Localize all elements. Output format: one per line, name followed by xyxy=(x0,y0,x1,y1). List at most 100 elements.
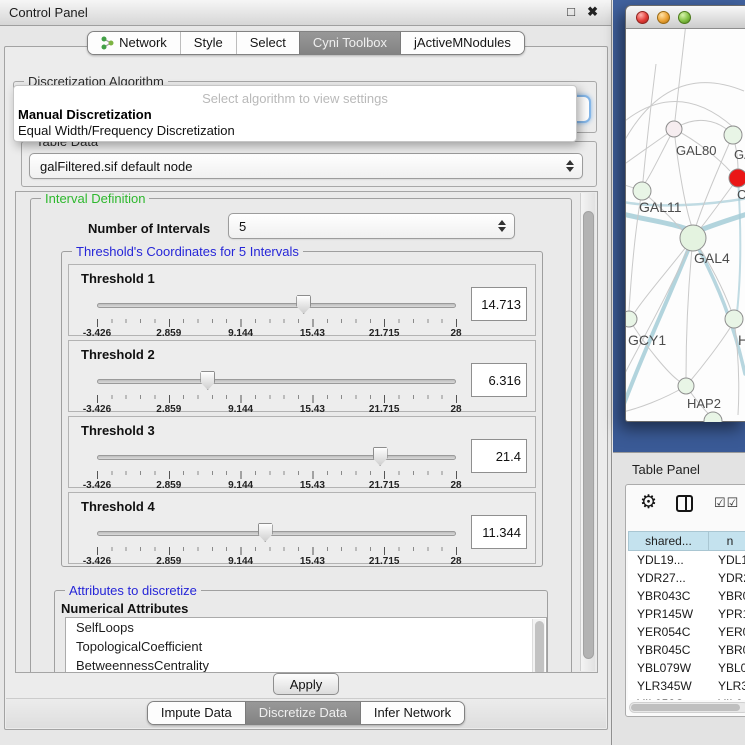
threshold-value-field[interactable] xyxy=(471,515,527,549)
table-cell[interactable]: YBL0 xyxy=(709,659,745,677)
numerical-attributes-list[interactable]: SelfLoopsTopologicalCoefficientBetweenne… xyxy=(65,617,547,673)
slider-track[interactable] xyxy=(97,455,456,460)
node-gal4[interactable] xyxy=(680,225,706,251)
column-layout-icon[interactable] xyxy=(676,495,693,512)
table-cell[interactable]: YDR2 xyxy=(709,569,745,587)
table-cell[interactable]: YER054C xyxy=(628,623,709,641)
settings-vertical-scrollbar[interactable] xyxy=(580,193,595,671)
list-scrollbar-thumb[interactable] xyxy=(535,621,544,673)
dropdown-option-manual-discretization[interactable]: Manual Discretization xyxy=(18,107,152,122)
table-cell[interactable]: YBR043C xyxy=(628,587,709,605)
table-row[interactable]: YER054CYER0 xyxy=(628,623,745,641)
table-cell[interactable]: YBR045C xyxy=(628,641,709,659)
tab-cyni-toolbox[interactable]: Cyni Toolbox xyxy=(299,32,400,54)
table-panel-title: Table Panel xyxy=(632,462,700,477)
table-row[interactable]: YPR145WYPR1 xyxy=(628,605,745,623)
minimize-traffic-light-icon[interactable] xyxy=(657,11,670,24)
axis-tick-label: 9.144 xyxy=(228,328,253,339)
network-icon xyxy=(101,36,114,50)
table-cell[interactable]: YIL0 xyxy=(709,695,743,700)
attribute-item[interactable]: SelfLoops xyxy=(66,618,546,637)
node-selected-red[interactable] xyxy=(729,169,745,187)
apply-button[interactable]: Apply xyxy=(273,673,339,695)
list-scrollbar[interactable] xyxy=(532,619,545,673)
table-cell[interactable]: YIL052C xyxy=(628,695,709,700)
settings-scrollbar-thumb[interactable] xyxy=(583,211,594,659)
label-hap2: HAP2 xyxy=(687,396,721,411)
close-window-icon[interactable]: ✖ xyxy=(587,4,598,20)
slider-handle[interactable] xyxy=(373,447,388,466)
slider-handle[interactable] xyxy=(200,371,215,390)
table-row[interactable]: YBL079WYBL0 xyxy=(628,659,745,677)
table-cell[interactable]: YPR145W xyxy=(628,605,709,623)
table-cell[interactable]: YPR1 xyxy=(709,605,745,623)
select-columns-icon[interactable]: ☑☑ xyxy=(714,495,739,511)
table-row[interactable]: YBR045CYBR0 xyxy=(628,641,745,659)
table-row[interactable]: YLR345WYLR3 xyxy=(628,677,745,695)
slider-track[interactable] xyxy=(97,303,456,308)
nodes[interactable] xyxy=(626,121,745,422)
tab-style[interactable]: Style xyxy=(180,32,236,54)
table-cell[interactable]: YER0 xyxy=(709,623,745,641)
slider-track[interactable] xyxy=(97,531,456,536)
table-row[interactable]: YIL052CYIL0 xyxy=(628,695,745,700)
control-panel-titlebar[interactable]: Control Panel □ ✖ xyxy=(0,0,611,26)
slider-handle[interactable] xyxy=(258,523,273,542)
dropdown-option-equal-width[interactable]: Equal Width/Frequency Discretization xyxy=(18,123,235,138)
table-cell[interactable]: YBR0 xyxy=(709,641,745,659)
threshold-value-field[interactable] xyxy=(471,363,527,397)
column-header-name[interactable]: n xyxy=(709,531,745,551)
table-hscrollbar-thumb[interactable] xyxy=(631,704,740,711)
table-cell[interactable]: YBR0 xyxy=(709,587,745,605)
tab-jactivemnodules[interactable]: jActiveMNodules xyxy=(400,32,524,54)
slider-major-ticks xyxy=(97,395,457,403)
table-cell[interactable]: YLR3 xyxy=(709,677,745,695)
slider-major-ticks xyxy=(97,547,457,555)
network-window-titlebar[interactable] xyxy=(626,6,745,29)
threshold-panel-4: Threshold 4 -3.4262.8599.14415.4321.7152… xyxy=(68,492,536,564)
gear-icon[interactable]: ⚙ xyxy=(640,491,657,514)
table-row[interactable]: YDL19...YDL1 xyxy=(628,551,745,569)
threshold-slider[interactable]: -3.4262.8599.14415.4321.71528 xyxy=(97,447,456,489)
tab-select[interactable]: Select xyxy=(236,32,299,54)
table-cell[interactable]: YDL19... xyxy=(628,551,709,569)
slider-handle[interactable] xyxy=(296,295,311,314)
node-gal80[interactable] xyxy=(666,121,682,137)
threshold-slider[interactable]: -3.4262.8599.14415.4321.71528 xyxy=(97,523,456,565)
slider-axis-labels: -3.4262.8599.14415.4321.71528 xyxy=(97,556,456,568)
table-cell[interactable]: YDR27... xyxy=(628,569,709,587)
tab-infer-network[interactable]: Infer Network xyxy=(360,702,464,724)
table-horizontal-scrollbar[interactable] xyxy=(629,702,745,713)
axis-tick-label: -3.426 xyxy=(83,556,111,567)
node-partial-top[interactable] xyxy=(724,126,742,144)
table-cell[interactable]: YDL1 xyxy=(709,551,745,569)
close-traffic-light-icon[interactable] xyxy=(636,11,649,24)
float-window-icon[interactable]: □ xyxy=(567,4,575,19)
dropdown-hint-option[interactable]: Select algorithm to view settings xyxy=(14,91,576,106)
threshold-slider[interactable]: -3.4262.8599.14415.4321.71528 xyxy=(97,371,456,413)
node-partial-right[interactable] xyxy=(725,310,743,328)
tab-discretize-data[interactable]: Discretize Data xyxy=(245,702,360,724)
table-cell[interactable]: YLR345W xyxy=(628,677,709,695)
number-of-intervals-combobox[interactable]: 5 xyxy=(228,213,515,239)
network-canvas[interactable]: GAL80 GA C GAL11 GAL4 GCY1 H HAP2 xyxy=(626,29,745,422)
node-hap2[interactable] xyxy=(678,378,694,394)
tab-impute-data[interactable]: Impute Data xyxy=(148,702,245,724)
node-gal11[interactable] xyxy=(633,182,651,200)
attribute-item[interactable]: BetweennessCentrality xyxy=(66,656,546,673)
zoom-traffic-light-icon[interactable] xyxy=(678,11,691,24)
table-row[interactable]: YDR27...YDR2 xyxy=(628,569,745,587)
table-cell[interactable]: YBL079W xyxy=(628,659,709,677)
node-gcy1[interactable] xyxy=(626,311,637,327)
attribute-item[interactable]: TopologicalCoefficient xyxy=(66,637,546,656)
column-header-shared-name[interactable]: shared... xyxy=(628,531,709,551)
threshold-value-field[interactable] xyxy=(471,439,527,473)
slider-axis-labels: -3.4262.8599.14415.4321.71528 xyxy=(97,480,456,492)
threshold-slider[interactable]: -3.4262.8599.14415.4321.71528 xyxy=(97,295,456,337)
tab-network[interactable]: Network xyxy=(88,32,180,54)
node-table-body[interactable]: YDL19...YDL1YDR27...YDR2YBR043CYBR0YPR14… xyxy=(628,551,745,700)
table-row[interactable]: YBR043CYBR0 xyxy=(628,587,745,605)
threshold-value-field[interactable] xyxy=(471,287,527,321)
node-partial-bottom[interactable] xyxy=(704,412,722,422)
slider-track[interactable] xyxy=(97,379,456,384)
